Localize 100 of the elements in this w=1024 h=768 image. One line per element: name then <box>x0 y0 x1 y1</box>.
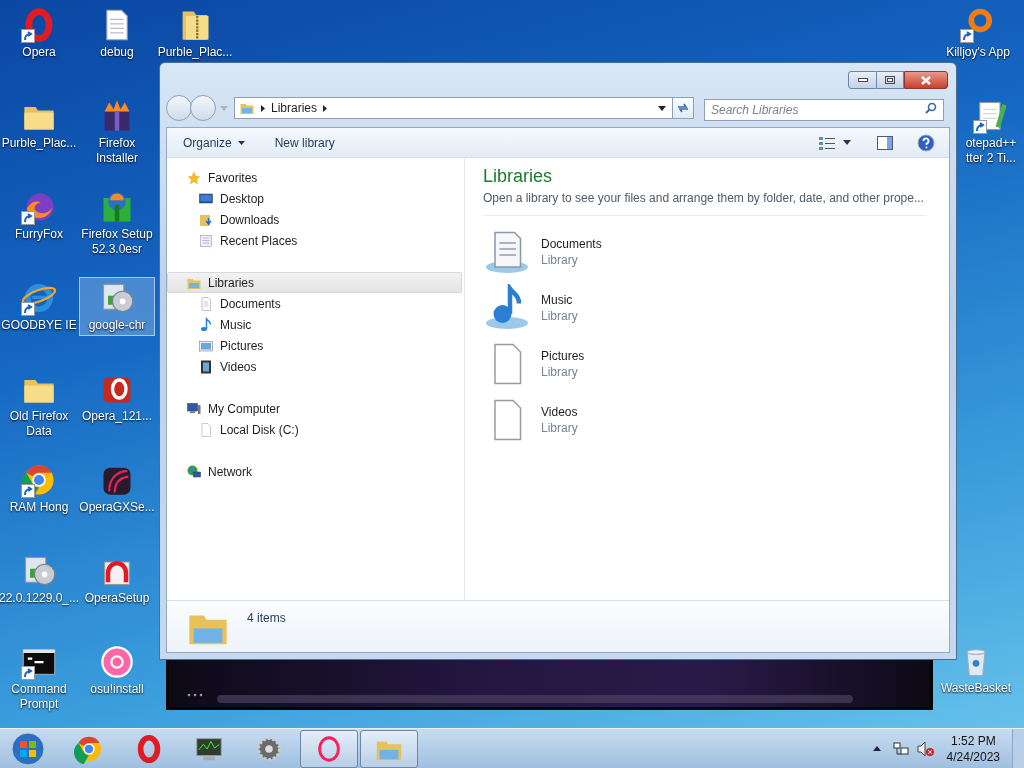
icon-label: Purble_Plac... <box>1 136 77 151</box>
restore-icon <box>885 76 895 84</box>
icon-label: google-chr <box>88 318 146 333</box>
desktop-icon[interactable]: Purble_Plac... <box>157 4 233 63</box>
close-button[interactable] <box>904 71 948 89</box>
more-dots-icon[interactable] <box>187 693 203 697</box>
desktop-icon[interactable]: Purble_Plac... <box>1 95 77 154</box>
library-item[interactable]: Videos Library <box>483 392 937 448</box>
breadcrumb-arrow-icon <box>323 104 328 112</box>
preview-pane-icon[interactable] <box>877 135 893 150</box>
tray-arrow-icon[interactable] <box>872 746 881 751</box>
osu-icon <box>99 644 135 680</box>
desktop-icon[interactable]: Firefox Setup 52.3.0esr <box>79 186 155 260</box>
icon-label: otepad++ <box>965 136 1017 151</box>
refresh-button[interactable] <box>672 97 694 119</box>
music-library-icon <box>483 284 531 332</box>
nav-item[interactable]: Favorites <box>167 167 462 188</box>
help-icon[interactable] <box>917 133 935 152</box>
desktop-icon[interactable]: OperaSetup <box>79 550 155 609</box>
network-globe-icon <box>186 463 202 480</box>
view-options-icon[interactable] <box>819 135 835 150</box>
new-library-button[interactable]: New library <box>258 133 351 152</box>
muted-speaker-icon[interactable] <box>916 740 935 757</box>
icon-label: Old Firefox <box>9 409 69 424</box>
icon-label: Firefox <box>98 136 136 151</box>
nav-item[interactable]: Recent Places <box>167 230 462 251</box>
search-icon <box>925 102 937 114</box>
desktop-icon[interactable]: Killjoy's App <box>940 4 1016 63</box>
caret-icon[interactable] <box>843 140 851 145</box>
icon-label: FurryFox <box>15 227 63 242</box>
minimize-icon <box>857 78 868 82</box>
nav-item[interactable]: Network <box>167 461 462 482</box>
desktop-icon[interactable]: RAM Hong <box>1 459 77 518</box>
caret-icon <box>237 140 245 145</box>
desktop-icon[interactable]: FurryFox <box>1 186 77 245</box>
nav-item[interactable]: Local Disk (C:) <box>167 419 462 440</box>
icon-label: Data <box>26 424 52 439</box>
desktop-icon[interactable]: Opera_121... <box>79 368 155 427</box>
icon-label: Prompt <box>19 697 59 712</box>
breadcrumb[interactable]: Libraries <box>271 99 318 117</box>
nav-item[interactable]: Libraries <box>167 272 462 293</box>
icon-label: Purble_Plac... <box>157 45 233 60</box>
icon-label: osu!install <box>90 682 144 697</box>
nav-item[interactable]: Desktop <box>167 188 462 209</box>
desktop-icon[interactable]: Old Firefox Data <box>1 368 77 442</box>
icon-label: GOODBYE IE <box>1 318 77 333</box>
clock-date[interactable]: 4/24/2023 <box>946 748 1000 765</box>
dropdown-caret-icon[interactable] <box>658 105 666 111</box>
icon-label: tter 2 Ti... <box>966 151 1016 166</box>
nav-item[interactable]: Pictures <box>167 335 462 356</box>
desktop-icon[interactable]: debug <box>79 4 155 63</box>
item-count: 4 items <box>247 610 286 627</box>
search-field[interactable]: Search Libraries <box>704 99 944 121</box>
nav-item[interactable]: Music <box>167 314 462 335</box>
address-bar[interactable]: Libraries <box>234 97 673 119</box>
organize-menu[interactable]: Organize <box>177 133 251 152</box>
windows-orb-icon <box>10 730 46 767</box>
nav-item[interactable]: Documents <box>167 293 462 314</box>
refresh-icon <box>676 102 690 114</box>
network-icon[interactable] <box>892 740 909 757</box>
desktop-icon[interactable]: otepad++ tter 2 Ti... <box>958 95 1024 169</box>
nav-item[interactable]: Downloads <box>167 209 462 230</box>
icon-label: Opera_121... <box>81 409 153 424</box>
icon-label: Installer <box>96 151 138 166</box>
desktop-icon[interactable]: OperaGXSe... <box>79 459 155 518</box>
nav-item[interactable]: Videos <box>167 356 462 377</box>
nav-item[interactable]: My Computer <box>167 398 462 419</box>
breadcrumb-arrow-icon <box>261 104 265 112</box>
icon-label: WasteBasket <box>940 681 1012 696</box>
icon-label: OperaSetup <box>84 591 150 606</box>
blank-page-icon <box>198 421 214 438</box>
film-icon <box>198 358 214 375</box>
desktop-icon[interactable]: Opera <box>1 4 77 63</box>
icon-label: Opera <box>22 45 56 60</box>
desktop-icon[interactable]: Firefox Installer <box>79 95 155 169</box>
close-icon <box>920 75 932 85</box>
desktop-icon[interactable]: google-chr <box>79 277 155 336</box>
icon-label: OperaGXSe... <box>79 500 155 515</box>
maximize-button[interactable] <box>877 71 904 89</box>
icon-label: 52.3.0esr <box>91 242 142 257</box>
library-item[interactable]: Pictures Library <box>483 336 937 392</box>
library-item[interactable]: Documents Library <box>483 224 937 280</box>
icon-label: Command <box>11 682 67 697</box>
icon-label: Killjoy's App <box>946 45 1010 60</box>
computer-icon <box>186 400 202 417</box>
music-note-icon <box>198 316 214 333</box>
minimize-button[interactable] <box>848 71 877 89</box>
recent-places-icon <box>198 232 214 249</box>
clock-time[interactable]: 1:52 PM <box>950 732 996 749</box>
caret-icon <box>220 105 228 111</box>
library-item[interactable]: Music Library <box>483 280 937 336</box>
monitor-icon <box>198 190 214 207</box>
desktop-icon[interactable]: 22.0.1229.0_... <box>1 550 77 609</box>
icon-label: RAM Hong <box>9 500 69 515</box>
content-description: Open a library to see your files and arrange them by folder, date, and other prope... <box>483 190 925 207</box>
icon-label: 22.0.1229.0_... <box>0 591 80 606</box>
icon-label: debug <box>100 45 134 60</box>
desktop-icon[interactable]: GOODBYE IE <box>1 277 77 336</box>
content-heading: Libraries <box>483 165 554 188</box>
icon-label: Firefox Setup <box>81 227 153 242</box>
